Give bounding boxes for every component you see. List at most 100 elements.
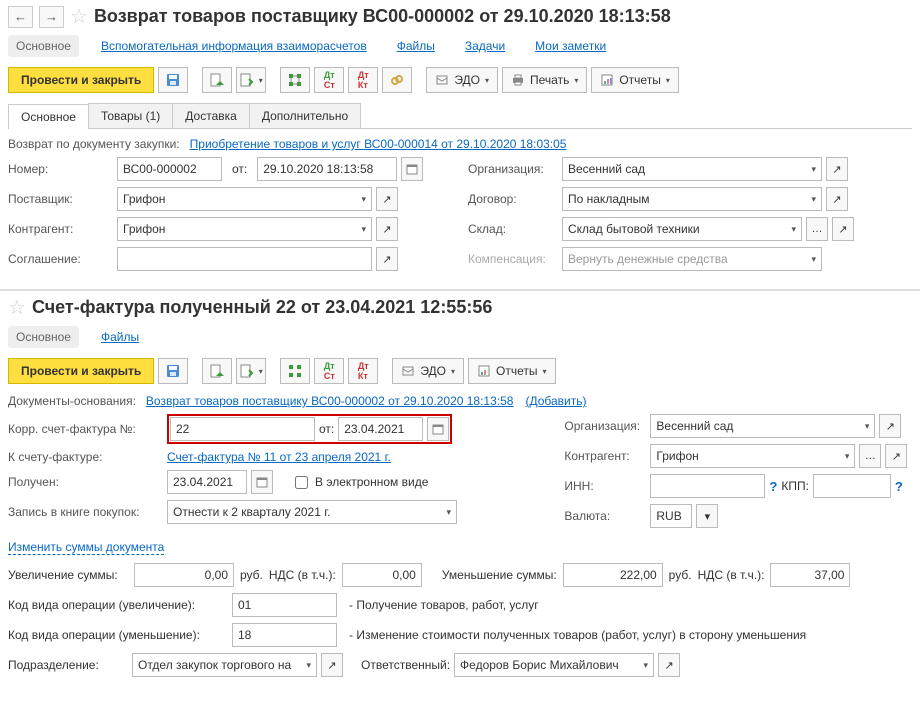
inn-help-icon[interactable]: ?	[769, 479, 777, 494]
decrease-amount-input[interactable]: 222,00	[563, 563, 663, 587]
edo-button[interactable]: ЭДО▾	[392, 358, 464, 384]
reports-button[interactable]: Отчеты▾	[591, 67, 679, 93]
print-button[interactable]: Печать▾	[502, 67, 587, 93]
post-button[interactable]	[202, 67, 232, 93]
corr-date-input[interactable]: 23.04.2021	[338, 417, 423, 441]
post-arrow-icon	[240, 73, 254, 87]
agreement-input[interactable]	[117, 247, 372, 271]
date-calendar-button[interactable]	[401, 157, 423, 181]
corr-label: Корр. счет-фактура №:	[8, 422, 163, 436]
date-input[interactable]: 29.10.2020 18:13:58	[257, 157, 397, 181]
post-dropdown-button[interactable]: ▾	[236, 67, 266, 93]
vat-increase-label: НДС (в т.ч.):	[269, 568, 336, 582]
link-button[interactable]	[382, 67, 412, 93]
subnav-main[interactable]: Основное	[8, 35, 79, 57]
subnav-aux[interactable]: Вспомогательная информация взаиморасчето…	[93, 35, 375, 57]
counterparty-open-button[interactable]: ↗	[376, 217, 398, 241]
favorite-star-icon[interactable]: ☆	[8, 295, 26, 320]
counterparty-input[interactable]: Грифон	[650, 444, 855, 468]
counterparty-open-button[interactable]: ↗	[885, 444, 907, 468]
currency-input[interactable]: RUB	[650, 504, 692, 528]
resp-open-button[interactable]: ↗	[658, 653, 680, 677]
to-invoice-link[interactable]: Счет-фактура № 11 от 23 апреля 2021 г.	[167, 450, 391, 464]
submit-close-button[interactable]: Провести и закрыть	[8, 67, 154, 93]
received-date-input[interactable]: 23.04.2021	[167, 470, 247, 494]
edo-button[interactable]: ЭДО▾	[426, 67, 498, 93]
agreement-open-button[interactable]: ↗	[376, 247, 398, 271]
counterparty-input[interactable]: Грифон	[117, 217, 372, 241]
dtct-green-button[interactable]: ДтCт	[314, 358, 344, 384]
counterparty-ellipsis-button[interactable]: …	[859, 444, 881, 468]
post-dropdown-button[interactable]: ▾	[236, 358, 266, 384]
org-label: Организация:	[564, 419, 646, 433]
kpp-input[interactable]	[813, 474, 891, 498]
electronic-checkbox[interactable]	[295, 476, 308, 489]
dept-input[interactable]: Отдел закупок торгового на	[132, 653, 317, 677]
warehouse-ellipsis-button[interactable]: …	[806, 217, 828, 241]
change-sums-link[interactable]: Изменить суммы документа	[8, 540, 164, 555]
decrease-vat-input[interactable]: 37,00	[770, 563, 850, 587]
basis-link[interactable]: Возврат товаров поставщику ВС00-000002 о…	[146, 394, 514, 408]
increase-amount-label: Увеличение суммы:	[8, 568, 128, 582]
book-record-input[interactable]: Отнести к 2 кварталу 2021 г.	[167, 500, 457, 524]
nav-forward-button[interactable]: →	[39, 6, 64, 28]
dtct-red-button[interactable]: ДтКт	[348, 67, 378, 93]
dtct-green-button[interactable]: ДтCт	[314, 67, 344, 93]
formtab-delivery[interactable]: Доставка	[172, 103, 250, 128]
edo-icon	[401, 364, 415, 378]
warehouse-input[interactable]: Склад бытовой техники	[562, 217, 802, 241]
subnav-tasks[interactable]: Задачи	[457, 35, 513, 57]
submit-close-button[interactable]: Провести и закрыть	[8, 358, 154, 384]
basis-add-link[interactable]: (Добавить)	[525, 394, 586, 408]
reports-button[interactable]: Отчеты▾	[468, 358, 556, 384]
structure-button[interactable]	[280, 358, 310, 384]
save-button[interactable]	[158, 358, 188, 384]
org-input[interactable]: Весенний сад	[562, 157, 822, 181]
nav-back-button[interactable]: ←	[8, 6, 33, 28]
supplier-open-button[interactable]: ↗	[376, 187, 398, 211]
page-title: Возврат товаров поставщику ВС00-000002 о…	[94, 6, 671, 27]
dtct-red-button[interactable]: ДтКт	[348, 358, 378, 384]
dept-open-button[interactable]: ↗	[321, 653, 343, 677]
floppy-icon	[166, 364, 180, 378]
kpp-help-icon[interactable]: ?	[895, 479, 903, 494]
org-open-button[interactable]: ↗	[826, 157, 848, 181]
resp-input[interactable]: Федоров Борис Михайлович	[454, 653, 654, 677]
formtab-extra[interactable]: Дополнительно	[249, 103, 361, 128]
org-open-button[interactable]: ↗	[879, 414, 901, 438]
return-basis-link[interactable]: Приобретение товаров и услуг ВС00-000014…	[190, 137, 567, 151]
electronic-label: В электронном виде	[315, 475, 428, 489]
save-button[interactable]	[158, 67, 188, 93]
increase-vat-input[interactable]: 0,00	[342, 563, 422, 587]
structure-icon	[288, 73, 302, 87]
warehouse-open-button[interactable]: ↗	[832, 217, 854, 241]
org-input[interactable]: Весенний сад	[650, 414, 875, 438]
structure-button[interactable]	[280, 67, 310, 93]
received-calendar-button[interactable]	[251, 470, 273, 494]
formtab-goods[interactable]: Товары (1)	[88, 103, 173, 128]
corr-calendar-button[interactable]	[427, 417, 449, 441]
return-basis-label: Возврат по документу закупки:	[8, 137, 180, 151]
supplier-input[interactable]: Грифон	[117, 187, 372, 211]
contract-input[interactable]: По накладным	[562, 187, 822, 211]
vat-decrease-label: НДС (в т.ч.):	[698, 568, 765, 582]
post-button[interactable]	[202, 358, 232, 384]
currency-dropdown-button[interactable]: ▾	[696, 504, 718, 528]
inn-input[interactable]	[650, 474, 765, 498]
subnav-files[interactable]: Файлы	[389, 35, 443, 57]
contract-open-button[interactable]: ↗	[826, 187, 848, 211]
subnav-main[interactable]: Основное	[8, 326, 79, 348]
favorite-star-icon[interactable]: ☆	[70, 4, 88, 29]
inn-label: ИНН:	[564, 479, 646, 493]
structure-icon	[288, 364, 302, 378]
subnav-notes[interactable]: Мои заметки	[527, 35, 614, 57]
calendar-icon	[432, 423, 444, 435]
opcode-dec-input[interactable]: 18	[232, 623, 337, 647]
received-label: Получен:	[8, 475, 163, 489]
corr-number-input[interactable]: 22	[170, 417, 315, 441]
formtab-main[interactable]: Основное	[8, 104, 89, 129]
opcode-inc-input[interactable]: 01	[232, 593, 337, 617]
increase-amount-input[interactable]: 0,00	[134, 563, 234, 587]
subnav-files[interactable]: Файлы	[93, 326, 147, 348]
number-input[interactable]: ВС00-000002	[117, 157, 222, 181]
